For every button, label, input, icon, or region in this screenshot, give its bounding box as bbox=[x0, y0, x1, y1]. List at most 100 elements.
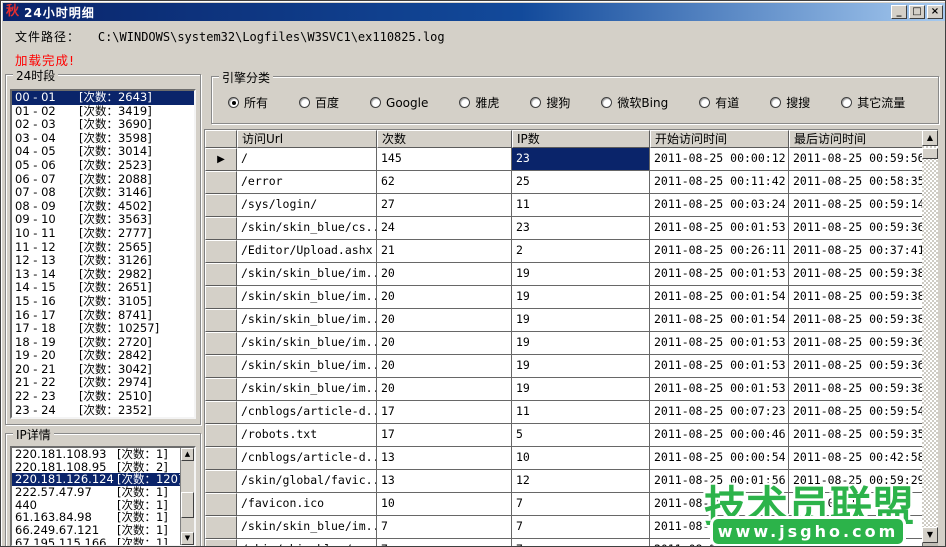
minimize-button[interactable]: _ bbox=[891, 5, 907, 19]
time-slot-item[interactable]: 04 - 05 [次数：3014] bbox=[12, 145, 194, 159]
grid-cell-start[interactable]: 2011-08-25 00:00:46 bbox=[650, 424, 789, 447]
grid-cell-url[interactable]: /cnblogs/article-d... bbox=[237, 401, 377, 424]
time-slot-item[interactable]: 01 - 02 [次数：3419] bbox=[12, 104, 194, 119]
table-row[interactable]: /skin/skin_blue/im... 20 19 2011-08-25 00:0… bbox=[205, 309, 938, 332]
grid-cell-url[interactable]: /skin/skin_blue/im... bbox=[237, 378, 377, 401]
grid-cell-end[interactable]: 2011-08-25 00:59:38 bbox=[789, 378, 923, 401]
grid-cell-start[interactable]: 2011-08-25 00:07:23 bbox=[650, 401, 789, 424]
table-row[interactable]: /skin/skin_blue/im... 20 19 2011-08-25 00:0… bbox=[205, 378, 938, 401]
time-slot-item[interactable]: 14 - 15 [次数：2651] bbox=[12, 280, 194, 295]
table-row[interactable]: /skin/skin_blue/im... 20 19 2011-08-25 00:0… bbox=[205, 355, 938, 378]
engine-radio-所有[interactable]: 所有 bbox=[228, 94, 268, 111]
engine-radio-其它流量[interactable]: 其它流量 bbox=[841, 94, 905, 111]
table-row[interactable]: /skin/skin_blue/...772011-08-252011-08-2… bbox=[205, 539, 938, 546]
grid-cell-hits[interactable]: 62 bbox=[377, 171, 512, 194]
scroll-down-icon[interactable]: ▼ bbox=[181, 532, 194, 545]
grid-cell-url[interactable]: /skin/skin_blue/im... bbox=[237, 286, 377, 309]
time-slot-item[interactable]: 22 - 23 [次数：2510] bbox=[12, 389, 194, 404]
grid-cell-end[interactable]: 2011-08-25 bbox=[789, 539, 923, 546]
time-slot-item[interactable]: 18 - 19 [次数：2720] bbox=[12, 335, 194, 350]
table-row[interactable]: /skin/skin_blue/cs... 24 23 2011-08-25 00:0… bbox=[205, 217, 938, 240]
ip-list-item[interactable]: 67.195.115.166 [次数：1] bbox=[12, 536, 194, 545]
grid-cell-start[interactable]: 2011-08-25 00:01:53 bbox=[650, 332, 789, 355]
grid-cell-start[interactable]: 2011-08-25 00:01:54 bbox=[650, 309, 789, 332]
grid-cell-ips[interactable]: 7 bbox=[512, 539, 650, 546]
scrollbar-thumb[interactable] bbox=[922, 148, 938, 159]
grid-cell-ips[interactable]: 11 bbox=[512, 401, 650, 424]
grid-cell-ips[interactable]: 23 bbox=[512, 217, 650, 240]
time-slot-item[interactable]: 05 - 06 [次数：2523] bbox=[12, 158, 194, 173]
table-row[interactable]: /cnblogs/article-d... 13 10 2011-08-25 00:0… bbox=[205, 447, 938, 470]
radio-icon[interactable] bbox=[459, 97, 471, 108]
ip-list-scrollbar[interactable]: ▲ ▼ bbox=[180, 448, 194, 545]
time-slot-item[interactable]: 20 - 21 [次数：3042] bbox=[12, 362, 194, 377]
table-row[interactable]: /robots.txt 17 5 2011-08-25 00:00:46 2011-08… bbox=[205, 424, 938, 447]
title-bar[interactable]: 秋 24小时明细 _ □ × bbox=[3, 3, 945, 21]
grid-cell-start[interactable]: 2011-08-25 00:03:24 bbox=[650, 194, 789, 217]
grid-cell-hits[interactable]: 20 bbox=[377, 309, 512, 332]
close-button[interactable]: × bbox=[927, 5, 943, 19]
grid-cell-start[interactable]: 2011-08-25 00:01:53 bbox=[650, 378, 789, 401]
grid-cell-ips[interactable]: 5 bbox=[512, 424, 650, 447]
row-selector-cell[interactable] bbox=[205, 194, 237, 217]
time-slot-item[interactable]: 12 - 13 [次数：3126] bbox=[12, 253, 194, 268]
grid-cell-end[interactable]: 2011-08-25 bbox=[789, 493, 923, 516]
time-slot-item[interactable]: 17 - 18 [次数：10257] bbox=[12, 321, 194, 336]
row-selector-cell[interactable] bbox=[205, 378, 237, 401]
grid-column-header[interactable]: 开始访问时间 bbox=[650, 130, 789, 148]
table-row[interactable]: /skin/skin_blue/im... 20 19 2011-08-25 00:0… bbox=[205, 286, 938, 309]
grid-cell-hits[interactable]: 21 bbox=[377, 240, 512, 263]
grid-cell-end[interactable]: 2011-08-25 00:59:38 bbox=[789, 309, 923, 332]
grid-vertical-scrollbar[interactable]: ▲ ▼ bbox=[922, 130, 938, 543]
table-row[interactable]: ▶/145 23 2011-08-25 00:00:12 2011-08-25 00:… bbox=[205, 148, 938, 171]
grid-cell-hits[interactable]: 20 bbox=[377, 286, 512, 309]
table-row[interactable]: /skin/global/favic... 13 12 2011-08-25 00:0… bbox=[205, 470, 938, 493]
row-selector-cell[interactable] bbox=[205, 217, 237, 240]
time-slot-item[interactable]: 02 - 03 [次数：3690] bbox=[12, 117, 194, 132]
row-selector-cell[interactable] bbox=[205, 355, 237, 378]
grid-cell-ips[interactable]: 10 bbox=[512, 447, 650, 470]
radio-icon[interactable] bbox=[228, 97, 239, 108]
table-row[interactable]: /favicon.ico 10 7 2011-08-25 2011-08-25 bbox=[205, 493, 938, 516]
grid-cell-hits[interactable]: 7 bbox=[377, 516, 512, 539]
row-selector-cell[interactable] bbox=[205, 332, 237, 355]
row-selector-cell[interactable] bbox=[205, 401, 237, 424]
row-selector-cell[interactable] bbox=[205, 240, 237, 263]
radio-icon[interactable] bbox=[841, 97, 853, 108]
time-slot-item[interactable]: 07 - 08 [次数：3146] bbox=[12, 185, 194, 200]
row-selector-cell[interactable] bbox=[205, 447, 237, 470]
radio-icon[interactable] bbox=[299, 97, 311, 108]
grid-cell-start[interactable]: 2011-08-25 00:01:54 bbox=[650, 286, 789, 309]
time-slot-item[interactable]: 19 - 20 [次数：2842] bbox=[12, 348, 194, 363]
grid-cell-ips[interactable]: 19 bbox=[512, 332, 650, 355]
engine-radio-搜搜[interactable]: 搜搜 bbox=[770, 94, 810, 111]
row-selector-cell[interactable] bbox=[205, 286, 237, 309]
grid-cell-ips[interactable]: 11 bbox=[512, 194, 650, 217]
row-selector-cell[interactable] bbox=[205, 516, 237, 539]
grid-cell-end[interactable]: 2011-08-25 00:59:35 bbox=[789, 424, 923, 447]
grid-cell-hits[interactable]: 27 bbox=[377, 194, 512, 217]
grid-cell-ips[interactable]: 7 bbox=[512, 516, 650, 539]
grid-cell-hits[interactable]: 24 bbox=[377, 217, 512, 240]
grid-cell-hits[interactable]: 10 bbox=[377, 493, 512, 516]
grid-cell-start[interactable]: 2011-08-25 00:01:53 bbox=[650, 355, 789, 378]
time-slot-item[interactable]: 09 - 10 [次数：3563] bbox=[12, 212, 194, 227]
grid-cell-end[interactable]: 2011-08-25 00:59:36 bbox=[789, 355, 923, 378]
engine-radio-有道[interactable]: 有道 bbox=[699, 94, 739, 111]
table-row[interactable]: /cnblogs/article-d... 17 11 2011-08-25 00:0… bbox=[205, 401, 938, 424]
grid-cell-ips[interactable]: 19 bbox=[512, 263, 650, 286]
scroll-down-icon[interactable]: ▼ bbox=[922, 527, 938, 543]
grid-cell-ips[interactable]: 2 bbox=[512, 240, 650, 263]
grid-cell-url[interactable]: /skin/skin_blue/cs... bbox=[237, 217, 377, 240]
grid-cell-url[interactable]: /skin/skin_blue/im... bbox=[237, 355, 377, 378]
grid-cell-url[interactable]: / bbox=[237, 148, 377, 171]
grid-cell-start[interactable]: 2011-08-25 00:01:53 bbox=[650, 217, 789, 240]
engine-radio-微软Bing[interactable]: 微软Bing bbox=[601, 94, 668, 111]
grid-cell-end[interactable]: 2011-08-25 00:59:36 bbox=[789, 217, 923, 240]
grid-cell-end[interactable]: 2011-08-25 00:42:58 bbox=[789, 447, 923, 470]
grid-cell-hits[interactable]: 17 bbox=[377, 424, 512, 447]
scroll-up-icon[interactable]: ▲ bbox=[922, 130, 938, 146]
grid-cell-hits[interactable]: 20 bbox=[377, 355, 512, 378]
engine-radio-搜狗[interactable]: 搜狗 bbox=[530, 94, 570, 111]
grid-cell-ips[interactable]: 19 bbox=[512, 378, 650, 401]
